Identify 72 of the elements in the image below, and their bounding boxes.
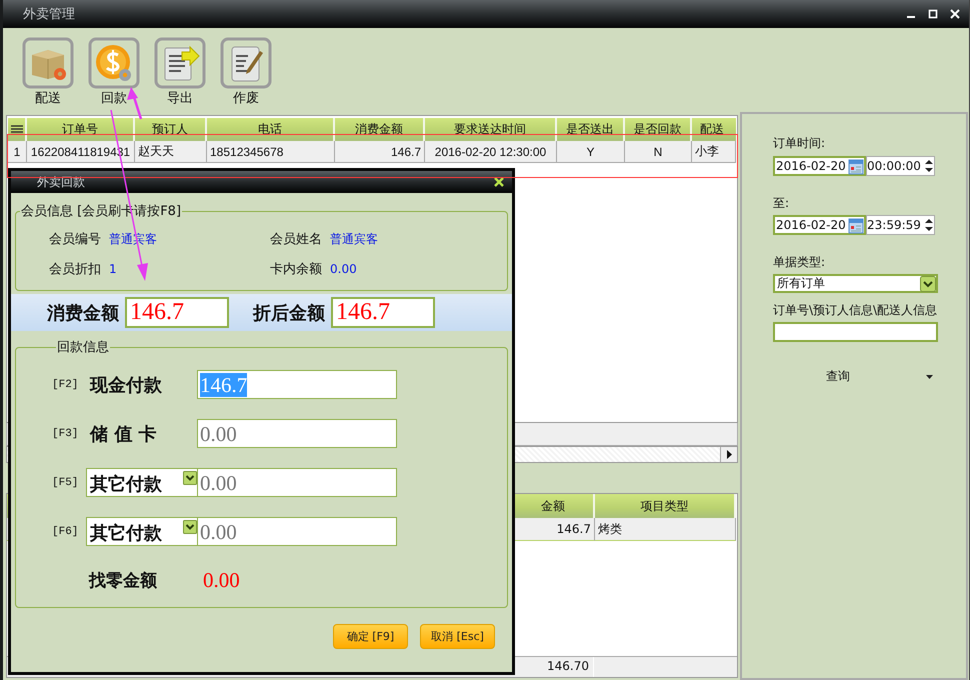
table-cell: 146.7 bbox=[335, 141, 425, 163]
field-value: 普通宾客 bbox=[330, 230, 378, 248]
field-label: 至: bbox=[773, 195, 790, 212]
shortcut-label: [F3] bbox=[52, 428, 80, 440]
amount-field[interactable]: 0.00 bbox=[197, 468, 397, 497]
column-header[interactable]: 项目类型 bbox=[595, 494, 736, 518]
amount-label: 折后金额 bbox=[253, 302, 325, 324]
field-label: 卡内余额 bbox=[270, 261, 322, 278]
box-icon bbox=[22, 37, 74, 89]
table-cell: 2016-02-20 12:30:00 bbox=[425, 141, 557, 163]
column-header[interactable]: 电话 bbox=[207, 118, 335, 141]
payment-label: 现金付款 bbox=[88, 374, 163, 396]
toolbar-button[interactable]: 回款 bbox=[87, 37, 141, 105]
document-pen-icon bbox=[220, 37, 272, 89]
field-label: 订单时间: bbox=[773, 135, 826, 152]
amount-label: 消费金额 bbox=[47, 302, 119, 324]
payment-label: 储 值 卡 bbox=[88, 422, 158, 446]
amount-field[interactable]: 0.00 bbox=[197, 419, 397, 448]
amount-field[interactable]: 0.00 bbox=[197, 517, 397, 546]
right-arrow-icon bbox=[726, 450, 732, 459]
column-header[interactable]: 订单号 bbox=[27, 118, 135, 141]
time-field[interactable]: 23:59:59 bbox=[866, 215, 935, 235]
table-cell: 烤类 bbox=[595, 518, 736, 541]
close-icon[interactable] bbox=[494, 177, 504, 187]
type-dropdown[interactable]: 所有订单 bbox=[773, 274, 938, 293]
field-label: 订单号\预订人信息\配送人信息 bbox=[773, 302, 938, 319]
list-icon[interactable] bbox=[10, 124, 22, 134]
field-label: 会员折扣 bbox=[49, 261, 101, 278]
query-button[interactable]: 查询 bbox=[773, 368, 937, 385]
dialog-button[interactable]: 确定 [F9] bbox=[333, 624, 408, 649]
column-header[interactable]: 要求送达时间 bbox=[425, 118, 557, 141]
calendar-icon[interactable] bbox=[848, 216, 864, 234]
date-field[interactable]: 2016-02-20 bbox=[773, 156, 866, 176]
field-label: 单据类型: bbox=[773, 254, 826, 271]
row-number: 1 bbox=[8, 141, 27, 163]
coin-icon bbox=[88, 37, 140, 89]
caret-icon bbox=[926, 374, 933, 378]
calendar-icon[interactable] bbox=[848, 158, 864, 174]
table-cell: 小李 bbox=[692, 141, 736, 163]
shortcut-label: [F2] bbox=[52, 378, 80, 390]
table-cell: 18512345678 bbox=[207, 141, 335, 163]
table-cell: N bbox=[625, 141, 692, 163]
field-label: 会员姓名 bbox=[270, 231, 322, 248]
time-field[interactable]: 00:00:00 bbox=[866, 156, 935, 176]
field-value: 1 bbox=[109, 262, 117, 276]
change-label: 找零金额 bbox=[89, 570, 158, 592]
column-header[interactable]: 配送 bbox=[692, 118, 736, 141]
field-value: 0.00 bbox=[330, 262, 357, 276]
dialog-button[interactable]: 取消 [Esc] bbox=[420, 624, 495, 649]
window-title: 外卖管理 bbox=[23, 6, 75, 23]
toolbar-button[interactable]: 导出 bbox=[153, 37, 207, 105]
shortcut-label: [F5] bbox=[52, 476, 80, 488]
toolbar-button[interactable]: 作废 bbox=[219, 37, 273, 105]
change-value: 0.00 bbox=[203, 568, 240, 593]
group-title: 回款信息 bbox=[56, 339, 110, 356]
amount-field: 146.7 bbox=[125, 297, 229, 328]
column-header[interactable]: 预订人 bbox=[135, 118, 207, 141]
table-cell: Y bbox=[557, 141, 625, 163]
amount-field: 146.7 bbox=[331, 297, 435, 328]
payment-type-dropdown[interactable]: 其它付款 bbox=[86, 517, 197, 546]
table-cell: 146.7 bbox=[513, 518, 595, 541]
field-label: 会员编号 bbox=[49, 231, 101, 248]
search-field[interactable] bbox=[773, 322, 938, 342]
date-field[interactable]: 2016-02-20 bbox=[773, 215, 866, 235]
column-header[interactable]: 消费金额 bbox=[335, 118, 425, 141]
scroll-right-button[interactable] bbox=[720, 447, 737, 462]
shortcut-label: [F6] bbox=[52, 526, 80, 538]
column-header[interactable]: 金额 bbox=[513, 494, 595, 518]
toolbar-button[interactable]: 配送 bbox=[21, 37, 75, 105]
maximize-icon[interactable] bbox=[927, 8, 939, 20]
table-cell: 赵天天 bbox=[135, 141, 207, 163]
payment-type-dropdown[interactable]: 其它付款 bbox=[86, 468, 197, 497]
